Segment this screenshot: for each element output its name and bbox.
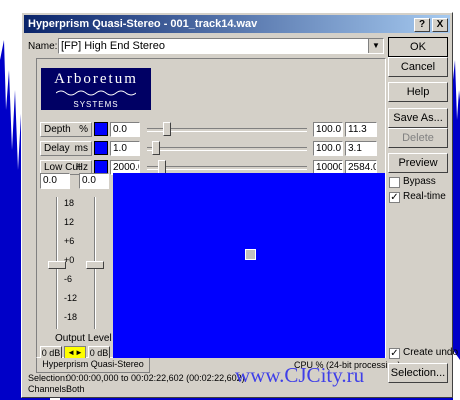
preset-name-value: [FP] High End Stereo xyxy=(61,40,165,52)
help-button[interactable]: Help xyxy=(388,82,448,102)
realtime-label: Real-time xyxy=(403,191,446,202)
preset-name-select[interactable]: [FP] High End Stereo ▼ xyxy=(58,38,384,54)
xy-pad[interactable] xyxy=(113,173,385,358)
logo-brand: Arboretum xyxy=(54,71,138,87)
logo-wave-icon xyxy=(55,90,137,96)
right-fader-thumb[interactable] xyxy=(86,261,104,269)
cancel-button[interactable]: Cancel xyxy=(388,57,448,77)
param-name: Delay xyxy=(44,143,70,154)
param-color-swatch[interactable] xyxy=(94,160,108,174)
channels-label: Channels: xyxy=(28,384,69,394)
selection-button[interactable]: Selection... xyxy=(388,363,448,383)
save-as-button[interactable]: Save As... xyxy=(388,108,448,128)
quasi-stereo-dialog: Hyperprism Quasi-Stereo - 001_track14.wa… xyxy=(21,12,458,398)
bypass-checkbox[interactable] xyxy=(389,177,400,188)
output-level-label: Output Level xyxy=(55,333,112,344)
arboretum-logo: Arboretum SYSTEMS xyxy=(41,68,151,110)
param-slider-track[interactable] xyxy=(147,128,307,132)
selection-label: Selection: xyxy=(28,373,68,383)
preview-button[interactable]: Preview xyxy=(388,153,448,173)
param-max-field[interactable]: 100.0 xyxy=(313,122,343,137)
effect-panel: Arboretum SYSTEMS Depth % 0.0 100.0 11.3… xyxy=(36,58,386,360)
meter-scale-label: +6 xyxy=(64,236,75,246)
delete-button[interactable]: Delete xyxy=(388,128,448,148)
param-label: Depth % xyxy=(40,122,92,137)
close-title-button[interactable]: X xyxy=(432,18,448,32)
param-value-field[interactable]: 3.1 xyxy=(345,141,377,156)
param-color-swatch[interactable] xyxy=(94,122,108,136)
name-label: Name: xyxy=(28,41,58,52)
meter-scale-label: -6 xyxy=(64,274,73,284)
param-value-field[interactable]: 11.3 xyxy=(345,122,377,137)
create-undo-checkbox[interactable]: ✓ xyxy=(389,348,400,359)
meter-left-value[interactable]: 0.0 xyxy=(40,173,70,189)
param-slider-thumb[interactable] xyxy=(151,141,160,155)
param-unit: ms xyxy=(74,143,88,154)
param-slider-track[interactable] xyxy=(147,166,307,170)
chevron-down-icon[interactable]: ▼ xyxy=(368,39,383,53)
param-slider-track[interactable] xyxy=(147,147,307,151)
xy-pad-handle[interactable] xyxy=(245,249,256,260)
param-slider-thumb[interactable] xyxy=(163,122,171,136)
logo-sub: SYSTEMS xyxy=(73,100,119,109)
tab-plugin[interactable]: Hyperprism Quasi-Stereo xyxy=(36,358,150,373)
param-min-field[interactable]: 0.0 xyxy=(110,122,140,137)
param-label: Delay ms xyxy=(40,141,92,156)
window-title: Hyperprism Quasi-Stereo - 001_track14.wa… xyxy=(28,18,258,30)
bypass-label: Bypass xyxy=(403,176,436,187)
param-max-field[interactable]: 100.0 xyxy=(313,141,343,156)
param-slider-thumb[interactable] xyxy=(158,160,167,174)
watermark: www.CJCity.ru xyxy=(235,363,365,387)
param-color-swatch[interactable] xyxy=(94,141,108,155)
channels-value: Both xyxy=(66,384,85,394)
selection-value: 00:00:00,000 to 00:02:22,602 (00:02:22,6… xyxy=(66,373,245,383)
meter-scale-label: -12 xyxy=(64,293,78,303)
realtime-checkbox[interactable]: ✓ xyxy=(389,192,400,203)
title-bar: Hyperprism Quasi-Stereo - 001_track14.wa… xyxy=(24,15,450,33)
left-fader-thumb[interactable] xyxy=(48,261,66,269)
meter-right-value[interactable]: 0.0 xyxy=(79,173,109,189)
param-unit: % xyxy=(79,124,88,135)
ok-button[interactable]: OK xyxy=(388,37,448,57)
create-undo-label: Create undo xyxy=(403,347,459,358)
meter-scale-label: 18 xyxy=(64,198,75,208)
meter-scale-label: -18 xyxy=(64,312,78,322)
meter-scale-label: 12 xyxy=(64,217,75,227)
param-name: Depth xyxy=(44,124,71,135)
param-min-field[interactable]: 1.0 xyxy=(110,141,140,156)
help-title-button[interactable]: ? xyxy=(414,18,430,32)
